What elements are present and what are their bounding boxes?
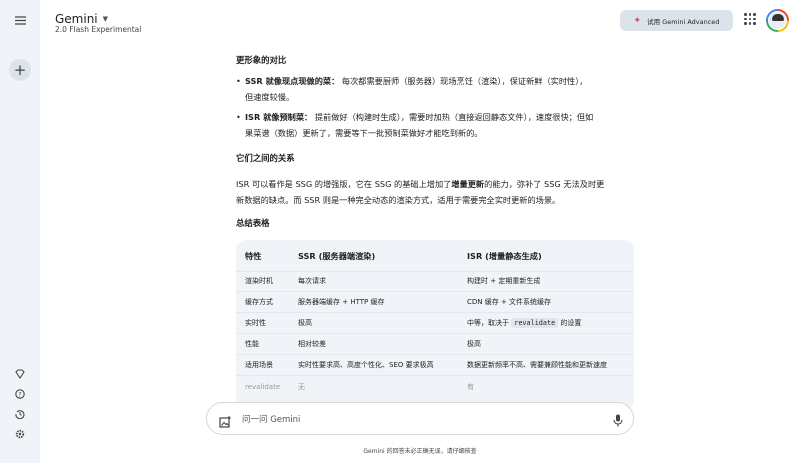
avatar[interactable] — [766, 9, 789, 32]
new-chat-button[interactable]: + — [9, 59, 31, 81]
apps-grid-icon[interactable] — [744, 13, 756, 25]
try-advanced-button[interactable]: ✦ 试用 Gemini Advanced — [620, 10, 733, 31]
settings-icon[interactable] — [10, 424, 30, 444]
cell: 有 — [467, 382, 474, 391]
paragraph-text: 的能力，弥补了 SSG 无法及时更 — [484, 179, 605, 189]
cell: 构建时 + 定期重新生成 — [467, 277, 541, 285]
model-name: 2.0 Flash Experimental — [55, 25, 142, 34]
header-cell: ISR (增量静态生成) — [467, 250, 542, 261]
bullet-bold: ISR 就像预制菜： — [245, 112, 313, 122]
cell: 渲染时机 — [245, 277, 273, 285]
model-selector[interactable]: Gemini ▼ — [55, 12, 108, 26]
cell: revalidate — [245, 382, 281, 391]
sidebar: + ? — [0, 0, 40, 463]
list-item: ISR 就像预制菜： 提前做好（构建时生成），需要时加热（直接返回静态文件），速… — [236, 109, 636, 141]
paragraph-bold: 增量更新 — [451, 179, 485, 189]
header-cell: SSR (服务器端渲染) — [298, 250, 376, 261]
add-image-icon[interactable] — [219, 413, 231, 432]
bullet-text: 果菜谱（数据）更新了，需要等下一批预制菜做好才能吃到新的。 — [245, 128, 483, 138]
help-icon[interactable]: ? — [10, 384, 30, 404]
cell: CDN 缓存 + 文件系统缓存 — [467, 298, 552, 306]
advanced-label: 试用 Gemini Advanced — [647, 17, 720, 26]
sparkle-icon: ✦ — [633, 15, 642, 26]
cell: 性能 — [245, 340, 259, 348]
cell: 实时性要求高、高度个性化、SEO 要求极高 — [298, 361, 434, 369]
table-row: 渲染时机 每次请求 构建时 + 定期重新生成 — [236, 271, 634, 292]
header-cell: 特性 — [245, 250, 262, 261]
gem-icon[interactable] — [10, 364, 30, 384]
prompt-input[interactable]: 问一问 Gemini — [206, 402, 634, 435]
heading: 它们之间的关系 — [236, 153, 295, 163]
prompt-placeholder: 问一问 Gemini — [242, 414, 301, 425]
cell: 极高 — [298, 319, 312, 327]
cell: 相对较差 — [298, 340, 326, 348]
paragraph-text: 新数据的缺点。而 SSR 则是一种完全动态的渲染方式，适用于需要完全实时更新的场… — [236, 195, 561, 205]
paragraph-text: ISR 可以看作是 SSG 的增强版，它在 SSG 的基础上增加了 — [236, 179, 452, 189]
table-row: revalidate 无 有 — [236, 376, 634, 397]
cell-text: 的设置 — [558, 319, 582, 327]
table-row: 适用场景 实时性要求高、高度个性化、SEO 要求极高 数据更新频率不高、需要兼顾性能… — [236, 355, 634, 376]
svg-text:?: ? — [18, 391, 21, 399]
cell: 每次请求 — [298, 277, 326, 285]
inline-code: revalidate — [511, 318, 559, 328]
cell: 极高 — [467, 340, 481, 348]
table-row: 缓存方式 服务器端缓存 + HTTP 缓存 CDN 缓存 + 文件系统缓存 — [236, 292, 634, 313]
microphone-icon[interactable] — [613, 412, 623, 431]
cell: 缓存方式 — [245, 298, 273, 306]
cell: 中等，取决于 revalidate 的设置 — [467, 318, 581, 328]
table-row: 性能 相对较差 极高 — [236, 334, 634, 355]
cell: 无 — [298, 382, 305, 391]
heading: 总结表格 — [236, 218, 270, 228]
bullet-bold: SSR 就像现点现做的菜： — [245, 76, 340, 86]
bullet-text: 提前做好（构建时生成），需要时加热（直接返回静态文件），速度很快；但如 — [312, 112, 594, 122]
menu-icon[interactable] — [10, 10, 30, 30]
table-header: 特性 SSR (服务器端渲染) ISR (增量静态生成) — [236, 240, 634, 272]
cell-text: 中等，取决于 — [467, 319, 512, 327]
list-item: SSR 就像现点现做的菜： 每次都需要厨师（服务器）现场烹饪（渲染），保证新鲜（… — [236, 73, 636, 105]
summary-table: 特性 SSR (服务器端渲染) ISR (增量静态生成) 渲染时机 每次请求 构建时 +… — [236, 240, 634, 410]
cell: 实时性 — [245, 319, 266, 327]
paragraph: ISR 可以看作是 SSG 的增强版，它在 SSG 的基础上增加了增量更新的能力… — [236, 176, 636, 208]
disclaimer: Gemini 的回答未必正确无误，请仔细核查 — [363, 448, 477, 455]
bullet-text: 每次都需要厨师（服务器）现场烹饪（渲染），保证新鲜（实时性）， — [339, 76, 588, 86]
bullet-text: 但速度较慢。 — [245, 92, 295, 102]
heading: 更形象的对比 — [236, 55, 287, 65]
table-row: 实时性 极高 中等，取决于 revalidate 的设置 — [236, 313, 634, 334]
cell: 适用场景 — [245, 361, 273, 369]
cell: 数据更新频率不高、需要兼顾性能和更新速度 — [467, 361, 607, 369]
cell: 服务器端缓存 + HTTP 缓存 — [298, 298, 385, 306]
caret-down-icon: ▼ — [102, 15, 109, 23]
app-title: Gemini — [55, 12, 98, 26]
activity-history-icon[interactable] — [10, 404, 30, 424]
